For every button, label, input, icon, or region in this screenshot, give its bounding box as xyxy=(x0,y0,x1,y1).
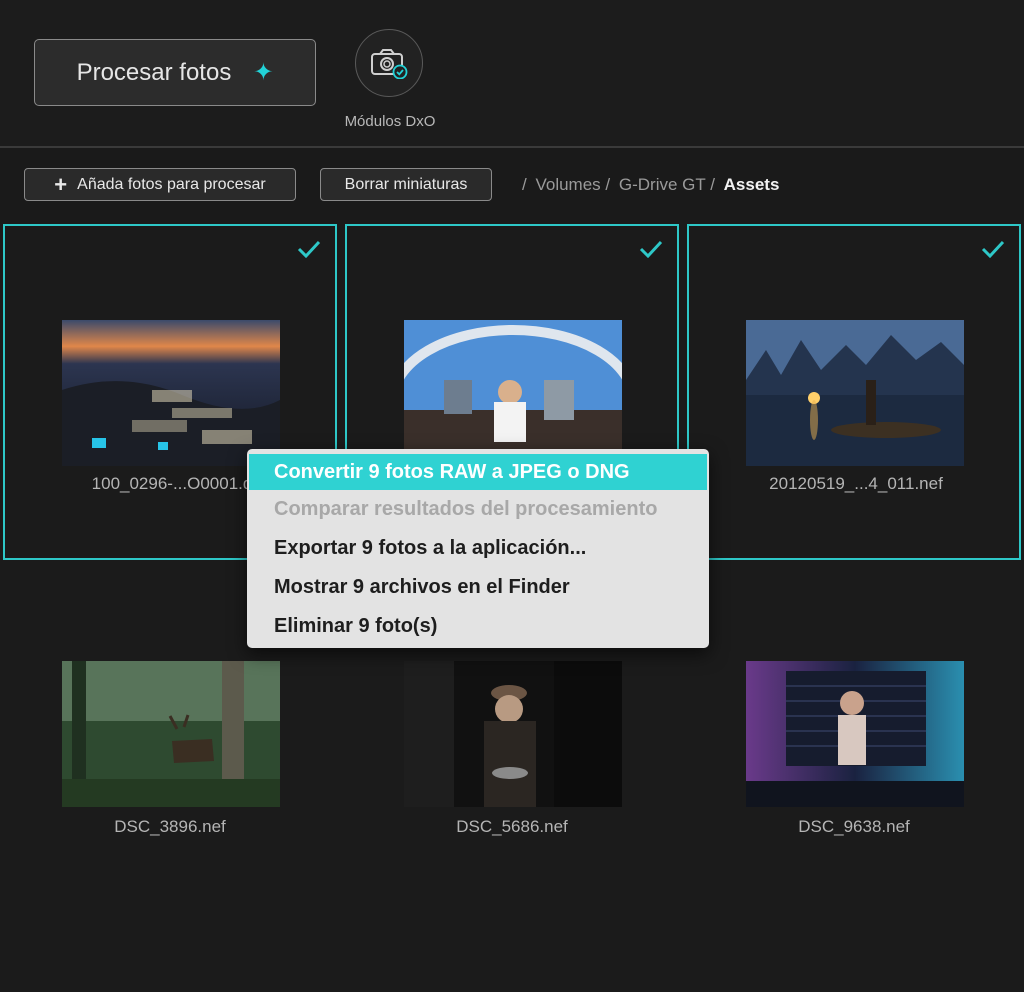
dxo-modules-button[interactable] xyxy=(355,29,423,97)
breadcrumb-item-assets[interactable]: Assets xyxy=(724,175,780,194)
photo-cell[interactable]: 20120519_...4_011.nef xyxy=(687,224,1021,560)
camera-check-icon xyxy=(371,49,408,79)
toolbar: + Añada fotos para procesar Borrar minia… xyxy=(0,148,1024,220)
menu-item-delete-photos[interactable]: Eliminar 9 foto(s) xyxy=(247,607,709,646)
sparkle-icon: ✦ xyxy=(253,58,274,86)
checkmark-icon xyxy=(981,240,1005,258)
photo-thumbnail xyxy=(62,320,280,466)
add-photos-button[interactable]: + Añada fotos para procesar xyxy=(24,168,296,201)
breadcrumb-separator: / xyxy=(710,175,715,194)
menu-item-convert-raw[interactable]: Convertir 9 fotos RAW a JPEG o DNG xyxy=(249,454,707,490)
add-photos-label: Añada fotos para procesar xyxy=(77,175,266,193)
process-photos-label: Procesar fotos xyxy=(76,58,232,86)
breadcrumb-separator: / xyxy=(605,175,611,194)
breadcrumb-item-volumes[interactable]: Volumes xyxy=(535,175,600,194)
photo-filename: DSC_3896.nef xyxy=(114,817,226,836)
photo-thumbnail xyxy=(404,661,622,807)
checkmark-icon xyxy=(639,240,663,258)
photo-filename: DSC_9638.nef xyxy=(798,817,910,836)
photo-cell[interactable]: DSC_9638.nef xyxy=(687,566,1021,902)
menu-item-compare-results: Comparar resultados del procesamiento xyxy=(274,498,658,520)
photo-filename: 20120519_...4_011.nef xyxy=(769,474,943,493)
menu-item-export-to-app[interactable]: Exportar 9 fotos a la aplicación... xyxy=(247,529,709,568)
breadcrumb: / Volumes / G-Drive GT / Assets xyxy=(522,175,779,195)
clear-thumbnails-label: Borrar miniaturas xyxy=(344,175,468,193)
dxo-modules-label: Módulos DxO xyxy=(344,113,436,130)
top-bar: Procesar fotos ✦ Módulos DxO xyxy=(0,0,1024,146)
photo-thumbnail xyxy=(404,320,622,466)
photo-thumbnail xyxy=(746,661,964,807)
photo-thumbnail xyxy=(746,320,964,466)
breadcrumb-separator: / xyxy=(522,175,527,194)
process-photos-button[interactable]: Procesar fotos ✦ xyxy=(34,39,316,106)
plus-icon: + xyxy=(54,171,68,197)
checkmark-icon xyxy=(297,240,321,258)
breadcrumb-item-gdrive[interactable]: G-Drive GT xyxy=(619,175,706,194)
menu-item-show-in-finder[interactable]: Mostrar 9 archivos en el Finder xyxy=(247,568,709,607)
clear-thumbnails-button[interactable]: Borrar miniaturas xyxy=(320,168,492,201)
context-menu: Convertir 9 fotos RAW a JPEG o DNG Compa… xyxy=(247,449,709,648)
photo-filename: DSC_5686.nef xyxy=(456,817,568,836)
photo-thumbnail xyxy=(62,661,280,807)
